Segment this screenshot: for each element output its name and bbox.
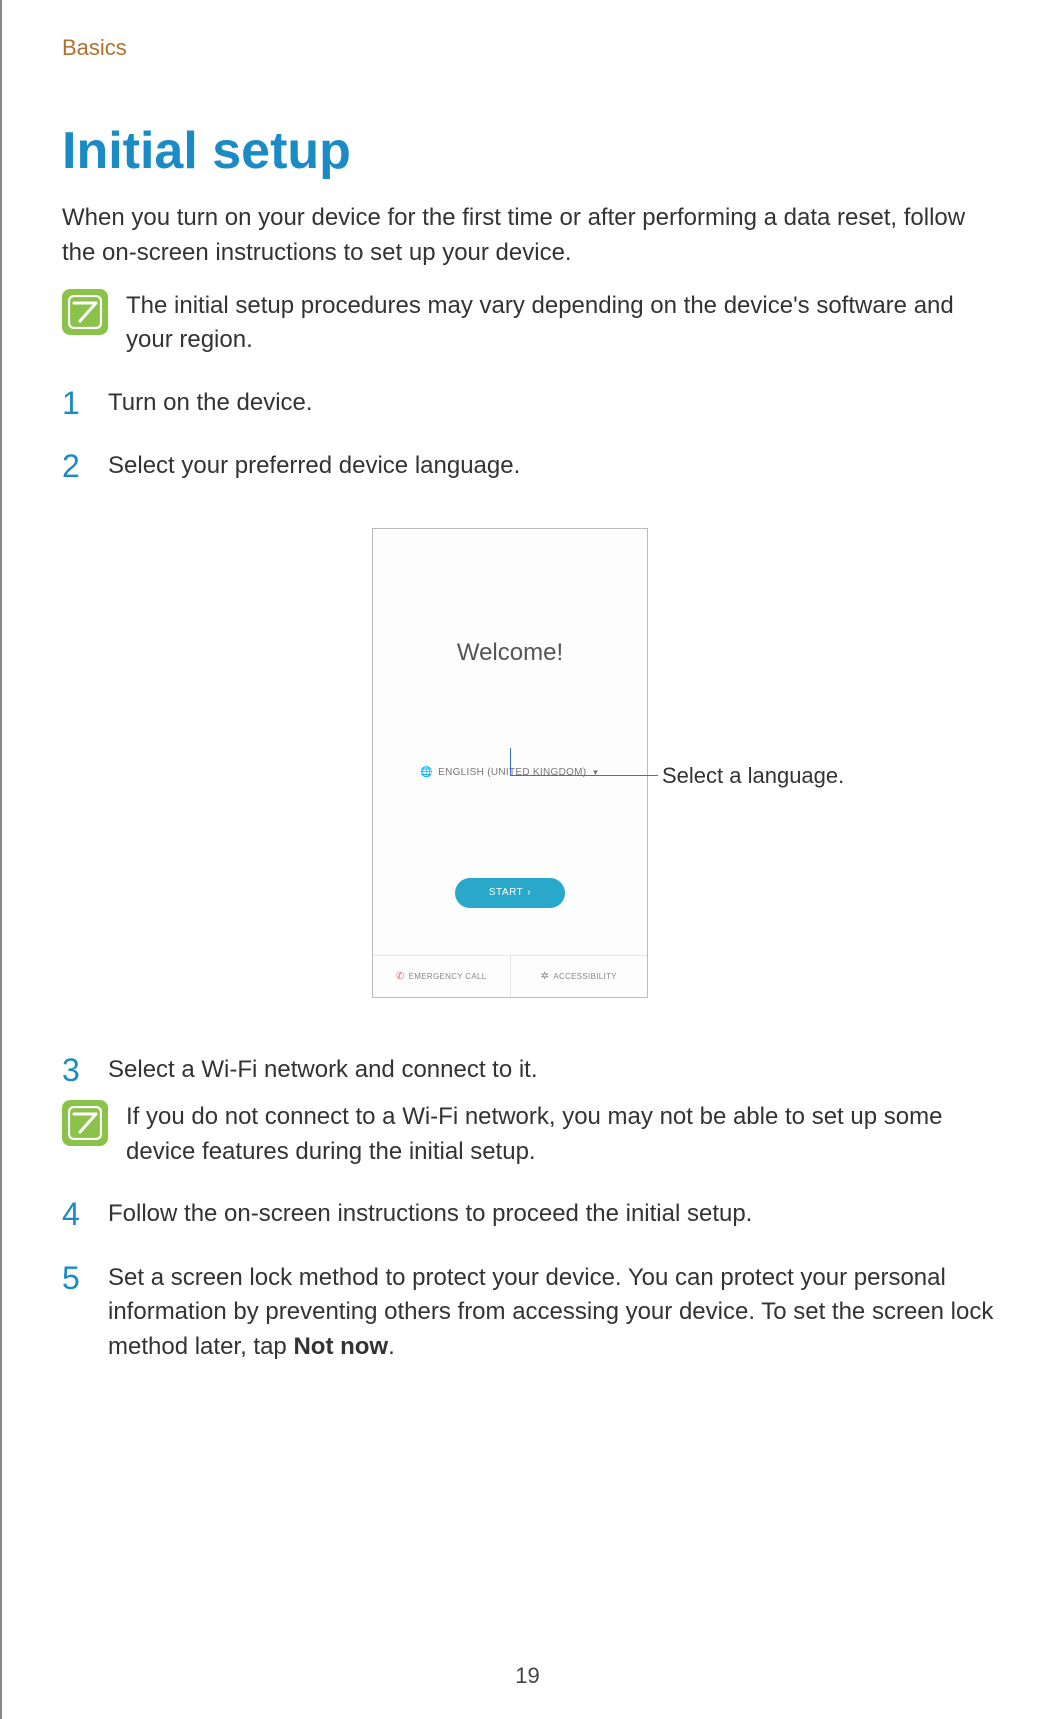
step-2: 2 Select your preferred device language. [62, 449, 1003, 484]
chevron-right-icon: › [527, 887, 531, 898]
step-text: Select your preferred device language. [108, 449, 520, 484]
step-number: 5 [62, 1261, 90, 1296]
callout-label: Select a language. [662, 763, 844, 789]
phone-accessibility-button[interactable]: ✲ ACCESSIBILITY [511, 956, 648, 997]
step-text: Select a Wi-Fi network and connect to it… [108, 1053, 538, 1088]
step-5: 5 Set a screen lock method to protect yo… [62, 1261, 1003, 1365]
step-4: 4 Follow the on-screen instructions to p… [62, 1197, 1003, 1232]
phone-start-label: START [489, 887, 523, 898]
note-text: If you do not connect to a Wi-Fi network… [126, 1100, 1003, 1170]
note-block: If you do not connect to a Wi-Fi network… [62, 1100, 1003, 1170]
step-1: 1 Turn on the device. [62, 386, 1003, 421]
page-title: Initial setup [62, 121, 1003, 181]
globe-icon: 🌐 [420, 767, 433, 778]
note-text: The initial setup procedures may vary de… [126, 289, 1003, 359]
note-icon [62, 1100, 108, 1146]
phone-start-button[interactable]: START › [455, 878, 565, 908]
phone-emergency-label: EMERGENCY CALL [409, 972, 487, 981]
intro-paragraph: When you turn on your device for the fir… [62, 201, 1003, 271]
note-block: The initial setup procedures may vary de… [62, 289, 1003, 359]
step-number: 1 [62, 386, 90, 421]
step-number: 4 [62, 1197, 90, 1232]
step-5-bold: Not now [293, 1333, 388, 1360]
phone-call-icon: ✆ [396, 971, 405, 982]
phone-emergency-button[interactable]: ✆ EMERGENCY CALL [373, 956, 511, 997]
step-number: 3 [62, 1053, 90, 1088]
phone-accessibility-label: ACCESSIBILITY [553, 972, 616, 981]
step-5-text-a: Set a screen lock method to protect your… [108, 1264, 993, 1361]
accessibility-icon: ✲ [541, 971, 550, 982]
step-number: 2 [62, 449, 90, 484]
phone-illustration-block: Welcome! 🌐 ENGLISH (UNITED KINGDOM) ▼ ST… [62, 513, 1003, 1013]
step-3: 3 Select a Wi-Fi network and connect to … [62, 1053, 1003, 1088]
phone-bottom-bar: ✆ EMERGENCY CALL ✲ ACCESSIBILITY [373, 955, 647, 997]
phone-welcome-text: Welcome! [457, 639, 563, 667]
step-text: Turn on the device. [108, 386, 313, 421]
step-text: Follow the on-screen instructions to pro… [108, 1197, 752, 1232]
note-icon [62, 289, 108, 335]
step-text: Set a screen lock method to protect your… [108, 1261, 1003, 1365]
page-number: 19 [2, 1663, 1053, 1689]
step-5-text-c: . [388, 1333, 395, 1360]
section-breadcrumb: Basics [62, 35, 1003, 61]
document-page: Basics Initial setup When you turn on yo… [0, 0, 1053, 1719]
callout-leader-line [510, 748, 658, 776]
